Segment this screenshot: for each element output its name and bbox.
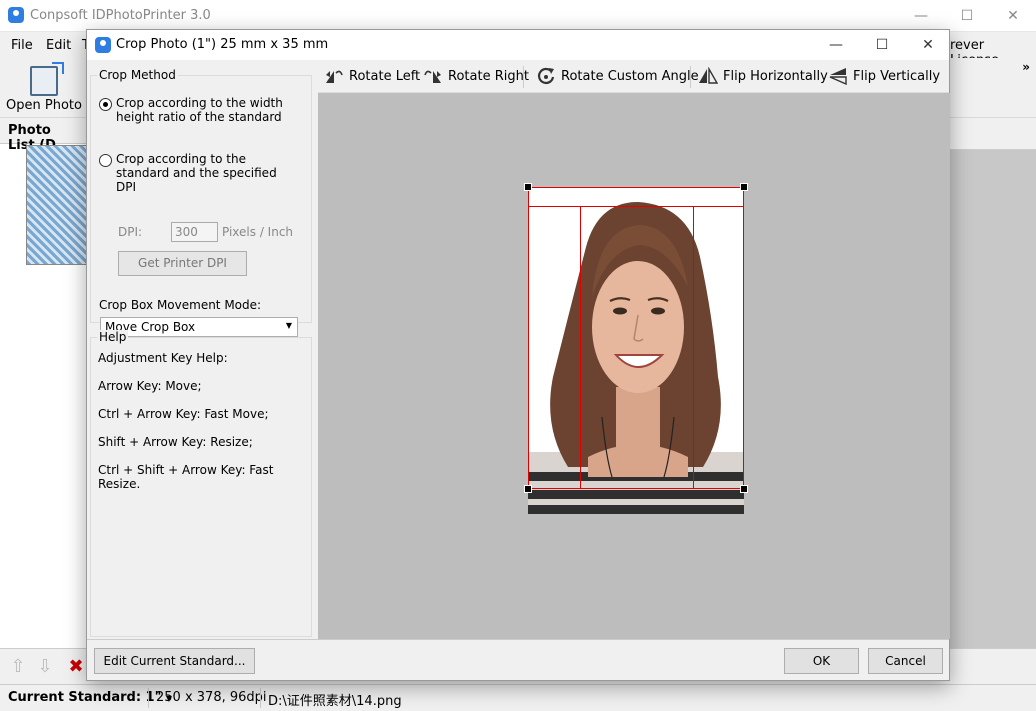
edit-standard-button[interactable]: Edit Current Standard... — [94, 648, 255, 674]
flip-horizontal-label: Flip Horizontally — [723, 68, 828, 84]
move-up-icon[interactable]: ⇧ — [8, 657, 28, 677]
right-panel-header — [950, 118, 1036, 150]
toolbar-separator — [690, 66, 691, 88]
main-titlebar: Conpsoft IDPhotoPrinter 3.0 — ☐ ✕ — [0, 0, 1036, 32]
crop-handle-top-right[interactable] — [740, 183, 748, 191]
photo-thumbnail[interactable] — [26, 145, 90, 265]
toolbar-more-icon[interactable]: » — [1022, 60, 1030, 74]
open-photo-button[interactable]: Open Photo — [4, 62, 84, 116]
dialog-maximize-button[interactable]: ☐ — [859, 30, 905, 60]
help-line: Ctrl + Arrow Key: Fast Move; — [98, 407, 269, 421]
rotate-left-icon — [326, 70, 343, 83]
status-separator — [148, 688, 149, 708]
radio-ratio[interactable]: Crop according to the width height ratio… — [99, 96, 286, 124]
ok-button[interactable]: OK — [784, 648, 859, 674]
dialog-title: Crop Photo (1") 25 mm x 35 mm — [116, 37, 329, 52]
open-photo-icon — [30, 66, 58, 96]
crop-method-legend: Crop Method — [97, 68, 178, 82]
help-line: Arrow Key: Move; — [98, 379, 202, 393]
flip-vertical-label: Flip Vertically — [853, 68, 941, 84]
crop-handle-bottom-left[interactable] — [524, 485, 532, 493]
dpi-label: DPI: — [118, 225, 143, 239]
movement-mode-select[interactable]: Move Crop Box ▼ — [100, 317, 298, 337]
crop-guide-line — [693, 206, 694, 488]
rotate-left-button[interactable]: Rotate Left — [324, 67, 420, 85]
dpi-input[interactable]: 300 — [171, 222, 218, 242]
chevron-down-icon: ▼ — [285, 321, 292, 330]
dialog-footer: Edit Current Standard... OK Cancel — [87, 639, 949, 680]
photo-list-panel: Photo List (D — [0, 118, 90, 648]
movement-mode-label: Crop Box Movement Mode: — [99, 298, 262, 312]
minimize-button[interactable]: — — [898, 0, 944, 32]
menu-file[interactable]: File — [11, 38, 33, 53]
main-window-title: Conpsoft IDPhotoPrinter 3.0 — [30, 8, 211, 23]
right-panel — [950, 118, 1036, 648]
help-line: Shift + Arrow Key: Resize; — [98, 435, 253, 449]
toolbar-separator — [523, 66, 524, 88]
help-legend: Help — [97, 330, 129, 344]
flip-vertical-icon — [829, 68, 847, 85]
crop-method-group: Crop Method Crop according to the width … — [90, 68, 312, 323]
radio-dpi-label: Crop according to the standard and the s… — [116, 152, 277, 194]
rotate-custom-icon — [538, 67, 555, 84]
image-size-info: 250 x 378, 96dpi — [156, 690, 267, 705]
crop-box[interactable] — [528, 187, 744, 489]
status-bar: Current Standard: 1" ▼ 250 x 378, 96dpi … — [0, 684, 1036, 711]
open-photo-label: Open Photo — [6, 98, 82, 113]
crop-photo-dialog: Crop Photo (1") 25 mm x 35 mm — ☐ ✕ Crop… — [86, 29, 950, 681]
flip-horizontal-button[interactable]: Flip Horizontally — [698, 67, 828, 85]
crop-guide-line — [529, 206, 743, 207]
move-down-icon[interactable]: ⇩ — [35, 657, 55, 677]
radio-ratio-indicator[interactable] — [99, 98, 112, 111]
rotate-custom-angle-button[interactable]: Rotate Custom Angle — [536, 67, 699, 85]
rotate-custom-label: Rotate Custom Angle — [561, 68, 699, 84]
crop-handle-bottom-right[interactable] — [740, 485, 748, 493]
delete-icon[interactable]: ✖ — [66, 657, 86, 677]
current-standard-label: Current Standard: 1" — [8, 690, 162, 705]
menu-edit[interactable]: Edit — [46, 38, 71, 53]
dialog-minimize-button[interactable]: — — [813, 30, 859, 60]
get-printer-dpi-button[interactable]: Get Printer DPI — [118, 251, 247, 276]
flip-vertical-button[interactable]: Flip Vertically — [828, 67, 940, 85]
rotate-right-button[interactable]: Rotate Right — [423, 67, 529, 85]
crop-settings-panel: Crop Method Crop according to the width … — [90, 63, 314, 639]
status-separator — [260, 688, 261, 708]
crop-canvas[interactable] — [318, 93, 950, 639]
radio-ratio-label: Crop according to the width height ratio… — [116, 96, 283, 124]
dialog-titlebar: Crop Photo (1") 25 mm x 35 mm — ☐ ✕ — [87, 30, 949, 60]
photo-list-title: Photo List (D — [0, 118, 89, 153]
help-group: Help Adjustment Key Help: Arrow Key: Mov… — [90, 330, 312, 637]
dialog-close-button[interactable]: ✕ — [905, 30, 951, 60]
help-line: Ctrl + Shift + Arrow Key: Fast Resize. — [98, 463, 274, 491]
radio-dpi-indicator[interactable] — [99, 154, 112, 167]
cancel-button[interactable]: Cancel — [868, 648, 943, 674]
rotate-left-label: Rotate Left — [349, 68, 421, 84]
help-line: Adjustment Key Help: — [98, 351, 228, 365]
rotate-right-icon — [424, 70, 441, 83]
radio-dpi[interactable]: Crop according to the standard and the s… — [99, 152, 286, 194]
rotate-right-label: Rotate Right — [448, 68, 529, 84]
close-button[interactable]: ✕ — [990, 0, 1036, 32]
app-icon — [8, 7, 24, 23]
dpi-unit-label: Pixels / Inch — [222, 225, 294, 239]
file-path: D:\证件照素材\14.png — [268, 694, 402, 709]
image-toolbar: Rotate Left Rotate Right Rotate Custom A… — [318, 60, 949, 93]
flip-horizontal-icon — [699, 67, 718, 84]
maximize-button[interactable]: ☐ — [944, 0, 990, 32]
crop-guide-line — [580, 206, 581, 488]
crop-handle-top-left[interactable] — [524, 183, 532, 191]
app-icon — [95, 37, 111, 53]
